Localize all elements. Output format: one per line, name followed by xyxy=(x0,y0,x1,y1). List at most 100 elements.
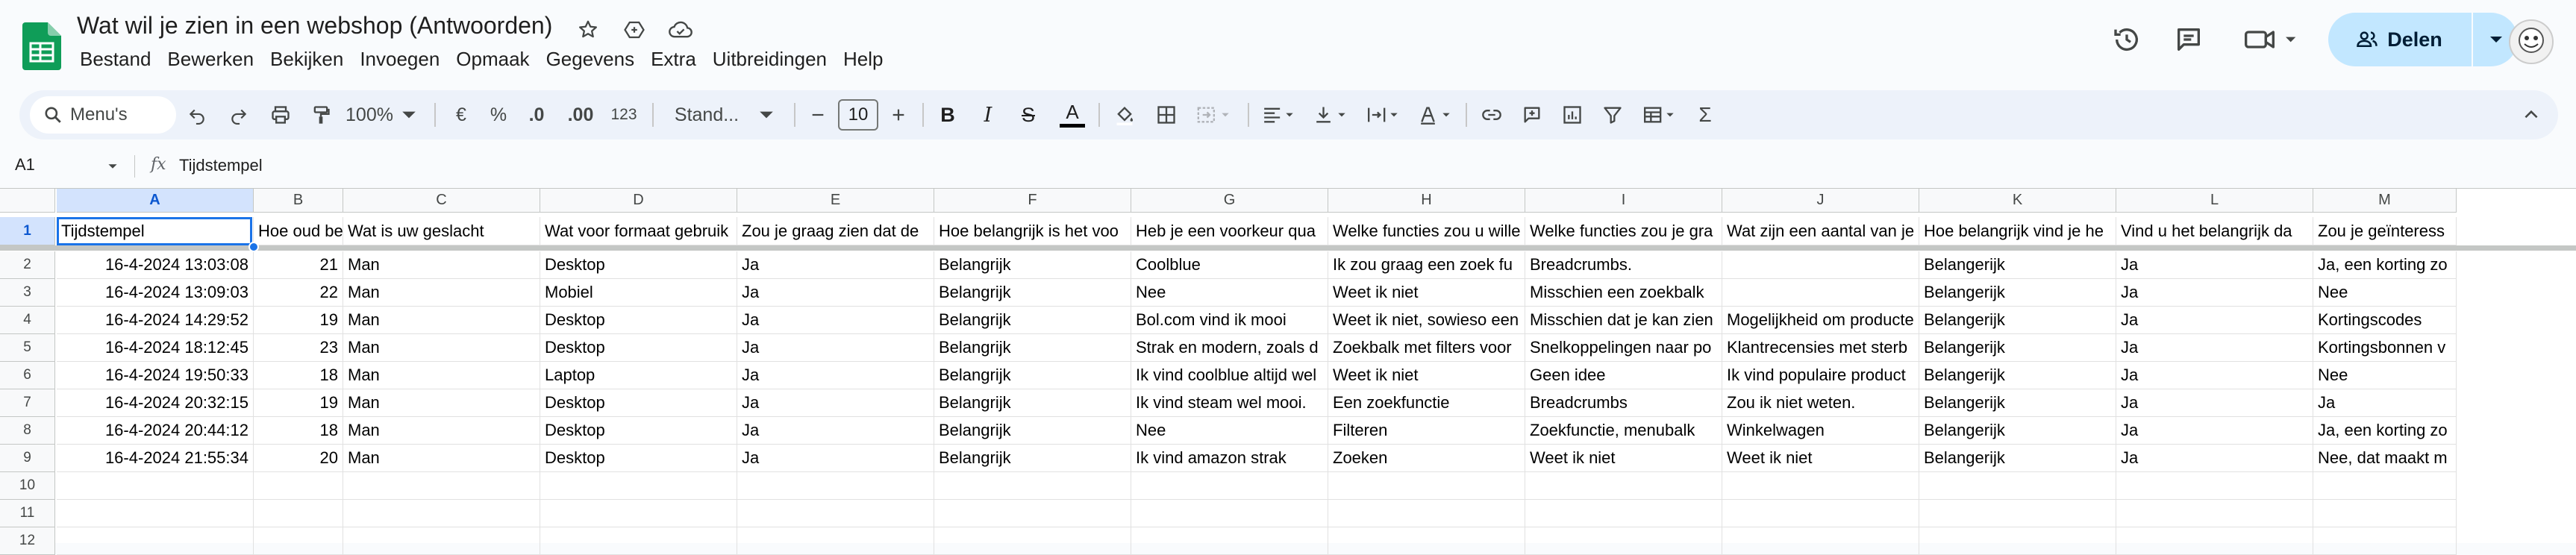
cell-d10[interactable] xyxy=(540,472,737,500)
meet-icon[interactable] xyxy=(2237,22,2304,57)
cell-f6[interactable]: Belangrijk xyxy=(934,362,1131,389)
column-header-d[interactable]: D xyxy=(540,189,737,213)
cell-a7[interactable]: 16-4-2024 20:32:15 xyxy=(57,389,254,417)
cell-g3[interactable]: Nee xyxy=(1131,279,1328,307)
cell-c9[interactable]: Man xyxy=(343,445,540,472)
cell-c2[interactable]: Man xyxy=(343,251,540,279)
cell-e10[interactable] xyxy=(737,472,934,500)
borders-icon[interactable] xyxy=(1148,90,1185,139)
menu-file[interactable]: Bestand xyxy=(72,46,159,72)
cell-l10[interactable] xyxy=(2116,472,2313,500)
cell-c8[interactable]: Man xyxy=(343,417,540,445)
cell-d3[interactable]: Mobiel xyxy=(540,279,737,307)
row-header-8[interactable]: 8 xyxy=(0,417,55,445)
cell-m6[interactable]: Nee xyxy=(2313,362,2457,389)
cell-i3[interactable]: Misschien een zoekbalk xyxy=(1525,279,1722,307)
cell-i8[interactable]: Zoekfunctie, menubalk xyxy=(1525,417,1722,445)
menu-tools[interactable]: Extra xyxy=(643,46,704,72)
cell-g7[interactable]: Ik vind steam wel mooi. xyxy=(1131,389,1328,417)
fill-color-icon[interactable] xyxy=(1106,90,1143,139)
cell-g6[interactable]: Ik vind coolblue altijd wel xyxy=(1131,362,1328,389)
text-color-button[interactable]: A xyxy=(1052,90,1092,139)
row-header-4[interactable]: 4 xyxy=(0,307,55,334)
cell-m9[interactable]: Nee, dat maakt m xyxy=(2313,445,2457,472)
cell-a12[interactable] xyxy=(57,527,254,555)
header-cell-g[interactable]: Heb je een voorkeur qua xyxy=(1131,217,1328,245)
wrap-icon[interactable] xyxy=(1360,90,1407,139)
name-box[interactable]: A1 xyxy=(15,155,35,175)
cell-l9[interactable]: Ja xyxy=(2116,445,2313,472)
row-header-3[interactable]: 3 xyxy=(0,279,55,307)
cell-k4[interactable]: Belangerijk xyxy=(1919,307,2116,334)
cell-e11[interactable] xyxy=(737,500,934,527)
cell-i7[interactable]: Breadcrumbs xyxy=(1525,389,1722,417)
cell-j6[interactable]: Ik vind populaire product xyxy=(1722,362,1919,389)
cell-f12[interactable] xyxy=(934,527,1131,555)
cell-m2[interactable]: Ja, een korting zo xyxy=(2313,251,2457,279)
cell-h5[interactable]: Zoekbalk met filters voor xyxy=(1328,334,1525,362)
cell-j10[interactable] xyxy=(1722,472,1919,500)
cell-c5[interactable]: Man xyxy=(343,334,540,362)
cell-d6[interactable]: Laptop xyxy=(540,362,737,389)
cell-b11[interactable] xyxy=(254,500,343,527)
cell-b9[interactable]: 20 xyxy=(254,445,343,472)
avatar[interactable] xyxy=(2509,19,2554,64)
column-header-g[interactable]: G xyxy=(1131,189,1328,213)
link-icon[interactable] xyxy=(1473,90,1510,139)
cell-h3[interactable]: Weet ik niet xyxy=(1328,279,1525,307)
zoom-select[interactable]: 100% xyxy=(340,90,422,139)
cell-a10[interactable] xyxy=(57,472,254,500)
cell-g10[interactable] xyxy=(1131,472,1328,500)
cell-g5[interactable]: Strak en modern, zoals d xyxy=(1131,334,1328,362)
header-cell-h[interactable]: Welke functies zou u wille xyxy=(1328,217,1525,245)
font-size-decrease-button[interactable] xyxy=(801,90,834,139)
cell-h4[interactable]: Weet ik niet, sowieso een xyxy=(1328,307,1525,334)
cell-a6[interactable]: 16-4-2024 19:50:33 xyxy=(57,362,254,389)
cell-e9[interactable]: Ja xyxy=(737,445,934,472)
undo-icon[interactable] xyxy=(179,90,215,139)
cell-l7[interactable]: Ja xyxy=(2116,389,2313,417)
cell-d9[interactable]: Desktop xyxy=(540,445,737,472)
row-header-5[interactable]: 5 xyxy=(0,334,55,362)
filter-icon[interactable] xyxy=(1594,90,1631,139)
column-header-f[interactable]: F xyxy=(934,189,1131,213)
print-icon[interactable] xyxy=(263,90,298,139)
share-button[interactable]: Delen xyxy=(2328,13,2470,66)
cell-k2[interactable]: Belangerijk xyxy=(1919,251,2116,279)
cell-g11[interactable] xyxy=(1131,500,1328,527)
cell-m8[interactable]: Ja, een korting zo xyxy=(2313,417,2457,445)
cell-m12[interactable] xyxy=(2313,527,2457,555)
select-all-corner[interactable] xyxy=(0,189,55,213)
cell-f8[interactable]: Belangrijk xyxy=(934,417,1131,445)
column-header-i[interactable]: I xyxy=(1525,189,1722,213)
history-icon[interactable] xyxy=(2110,22,2144,57)
cell-h6[interactable]: Weet ik niet xyxy=(1328,362,1525,389)
cell-a5[interactable]: 16-4-2024 18:12:45 xyxy=(57,334,254,362)
italic-button[interactable]: I xyxy=(970,90,1006,139)
row-header-1[interactable]: 1 xyxy=(0,217,55,245)
cell-f2[interactable]: Belangrijk xyxy=(934,251,1131,279)
cell-g8[interactable]: Nee xyxy=(1131,417,1328,445)
cell-l3[interactable]: Ja xyxy=(2116,279,2313,307)
cell-m5[interactable]: Kortingsbonnen v xyxy=(2313,334,2457,362)
header-cell-j[interactable]: Wat zijn een aantal van je xyxy=(1722,217,1919,245)
cell-c11[interactable] xyxy=(343,500,540,527)
sheets-logo-icon[interactable] xyxy=(22,22,61,70)
cell-j3[interactable] xyxy=(1722,279,1919,307)
header-cell-a[interactable]: Tijdstempel xyxy=(57,217,254,245)
column-header-j[interactable]: J xyxy=(1722,189,1919,213)
cell-c3[interactable]: Man xyxy=(343,279,540,307)
cell-b3[interactable]: 22 xyxy=(254,279,343,307)
paint-format-icon[interactable] xyxy=(303,90,339,139)
column-header-m[interactable]: M xyxy=(2313,189,2457,213)
header-cell-l[interactable]: Vind u het belangrijk da xyxy=(2116,217,2313,245)
cell-a3[interactable]: 16-4-2024 13:09:03 xyxy=(57,279,254,307)
cell-b6[interactable]: 18 xyxy=(254,362,343,389)
cell-d8[interactable]: Desktop xyxy=(540,417,737,445)
currency-button[interactable]: € xyxy=(445,90,478,139)
column-header-k[interactable]: K xyxy=(1919,189,2116,213)
cell-c12[interactable] xyxy=(343,527,540,555)
cell-k5[interactable]: Belangerijk xyxy=(1919,334,2116,362)
cell-h2[interactable]: Ik zou graag een zoek fu xyxy=(1328,251,1525,279)
cell-c7[interactable]: Man xyxy=(343,389,540,417)
